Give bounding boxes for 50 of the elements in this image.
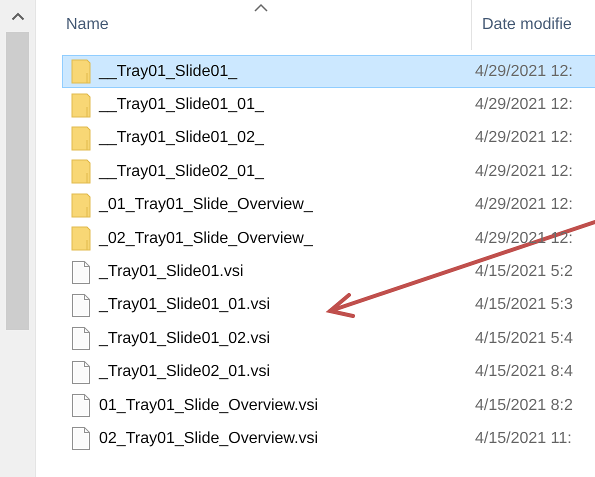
document-icon bbox=[71, 326, 91, 352]
folder-icon bbox=[71, 192, 91, 218]
file-name: __Tray01_Slide01_01_ bbox=[99, 96, 265, 114]
file-row[interactable]: _Tray01_Slide02_01.vsi 4/15/2021 8:4 bbox=[62, 356, 595, 389]
document-icon bbox=[71, 292, 91, 318]
file-name: _01_Tray01_Slide_Overview_ bbox=[99, 196, 314, 214]
file-name: _02_Tray01_Slide_Overview_ bbox=[99, 230, 314, 248]
document-icon bbox=[71, 260, 91, 285]
file-name: __Tray01_Slide02_01_ bbox=[99, 162, 265, 181]
date-modified: 4/29/2021 12: bbox=[475, 96, 573, 114]
file-row[interactable]: 01_Tray01_Slide_Overview.vsi 4/15/2021 8:2 bbox=[62, 388, 595, 422]
file-row[interactable]: __Tray01_Slide01_02_ 4/29/2021 12: bbox=[62, 122, 595, 156]
file-name: 02_Tray01_Slide_Overview.vsi bbox=[99, 430, 320, 448]
document-icon bbox=[71, 426, 91, 452]
file-name: __Tray01_Slide01_02_ bbox=[99, 129, 265, 148]
file-name: _Tray01_Slide01.vsi bbox=[99, 263, 244, 282]
column-header[interactable]: Date modifie bbox=[472, 0, 572, 50]
document-icon bbox=[71, 360, 91, 385]
file-name: _Tray01_Slide02_01.vsi bbox=[99, 363, 272, 382]
file-name: __Tray01_Slide01_ bbox=[99, 62, 238, 81]
folder-icon bbox=[71, 92, 91, 118]
file-row[interactable]: _01_Tray01_Slide_Overview_ 4/29/2021 12: bbox=[62, 188, 595, 222]
folder-icon bbox=[71, 126, 91, 151]
date-modified: 4/15/2021 8:4 bbox=[475, 363, 573, 382]
date-modified: 4/15/2021 5:3 bbox=[475, 296, 573, 314]
file-row[interactable]: _Tray01_Slide01.vsi 4/15/2021 5:2 bbox=[62, 255, 595, 289]
file-row[interactable]: 02_Tray01_Slide_Overview.vsi 4/15/2021 11: bbox=[62, 422, 595, 456]
file-row[interactable]: _Tray01_Slide01_02.vsi 4/15/2021 5:4 bbox=[62, 322, 595, 356]
date-modified: 4/15/2021 11: bbox=[475, 430, 572, 448]
file-row[interactable]: __Tray01_Slide02_01_ 4/29/2021 12: bbox=[62, 155, 595, 189]
date-modified: 4/29/2021 12: bbox=[475, 129, 573, 148]
file-row[interactable]: __Tray01_Slide01_ 4/29/2021 12: bbox=[62, 55, 595, 88]
scrollbar-thumb[interactable] bbox=[6, 32, 29, 330]
date-modified: 4/15/2021 5:2 bbox=[475, 263, 573, 282]
file-row[interactable]: _Tray01_Slide01_01.vsi 4/15/2021 5:3 bbox=[62, 288, 595, 322]
date-modified: 4/15/2021 8:2 bbox=[475, 396, 573, 415]
date-modified: 4/29/2021 12: bbox=[475, 162, 573, 181]
file-name: 01_Tray01_Slide_Overview.vsi bbox=[99, 396, 320, 415]
folder-icon bbox=[71, 226, 91, 252]
date-modified: 4/29/2021 12: bbox=[475, 62, 573, 81]
document-icon bbox=[71, 393, 91, 418]
column-header[interactable]: Name bbox=[62, 0, 472, 50]
folder-icon bbox=[71, 59, 91, 84]
file-name: _Tray01_Slide01_02.vsi bbox=[99, 330, 272, 348]
file-row[interactable]: __Tray01_Slide01_01_ 4/29/2021 12: bbox=[62, 88, 595, 122]
date-modified: 4/29/2021 12: bbox=[475, 196, 573, 214]
file-name: _Tray01_Slide01_01.vsi bbox=[99, 296, 272, 314]
folder-icon bbox=[71, 159, 91, 184]
chevron-up-icon bbox=[10, 12, 24, 20]
date-modified: 4/15/2021 5:4 bbox=[475, 330, 573, 348]
